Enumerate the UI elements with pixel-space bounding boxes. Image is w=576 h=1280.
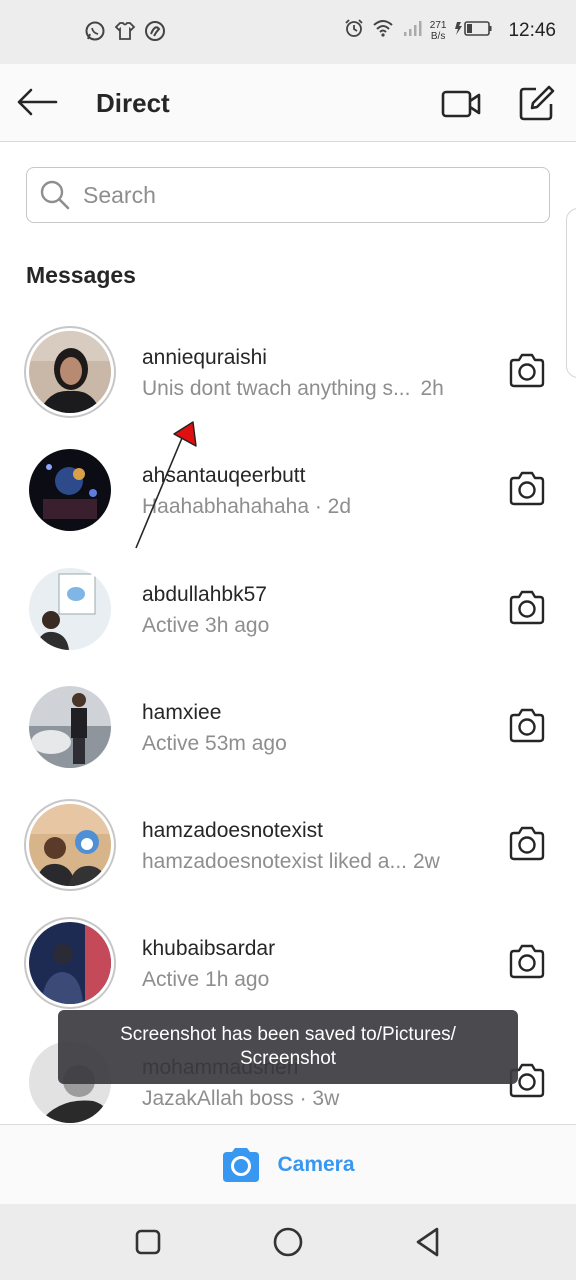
message-preview-separator: · — [293, 1086, 313, 1110]
network-speed-unit: B/s — [430, 30, 446, 42]
message-time: 2h — [420, 377, 444, 400]
camera-bar[interactable]: Camera — [0, 1124, 576, 1204]
message-username: anniequraishi — [142, 346, 267, 369]
avatar-anniequraishi[interactable] — [29, 331, 111, 413]
message-preview: Unis dont twach anything s... 2h — [142, 377, 444, 401]
camera-icon — [509, 472, 545, 506]
message-time: 2d — [327, 495, 352, 519]
camera-label: Camera — [277, 1152, 355, 1176]
message-username: abdullahbk57 — [142, 582, 267, 606]
message-username: khubaibsardar — [142, 937, 276, 961]
home-button[interactable] — [268, 1222, 308, 1262]
back-nav-button[interactable] — [408, 1222, 448, 1262]
avatar-ring — [24, 799, 116, 892]
message-preview: Active 53m ago — [142, 732, 287, 756]
wifi-icon — [372, 18, 394, 43]
message-preview-text: Active 1h ago — [142, 968, 270, 992]
message-time: 3w — [312, 1086, 340, 1110]
avatar-abdullahbk57[interactable] — [29, 567, 111, 650]
message-username: ahsantauqeerbutt — [142, 464, 306, 488]
search-input[interactable] — [83, 181, 523, 209]
avatar-ring — [24, 326, 116, 418]
avatar-ahsantauqeerbutt[interactable] — [29, 449, 111, 532]
new-message-button[interactable] — [514, 82, 560, 124]
status-bar-left-icons — [84, 20, 166, 42]
camera-reply-button[interactable] — [506, 470, 548, 508]
camera-icon — [509, 353, 545, 388]
message-preview: Active 3h ago — [142, 614, 269, 638]
message-preview: Haahabhahahaha · 2d — [142, 495, 351, 519]
message-row-ahsantauqeerbutt[interactable]: ahsantauqeerbutt Haahabhahahaha · 2d — [0, 430, 576, 548]
avatar-khubaibsardar[interactable] — [29, 922, 111, 1005]
avatar-frame — [24, 563, 116, 655]
message-row-hamzadoesnotexist[interactable]: hamzadoesnotexist hamzadoesnotexist like… — [0, 785, 576, 903]
signal-icon — [402, 18, 422, 43]
search-bar[interactable] — [26, 167, 550, 223]
message-preview: hamzadoesnotexist liked a... 2w — [142, 850, 440, 874]
message-row-khubaibsardar[interactable]: khubaibsardar Active 1h ago — [0, 903, 576, 1021]
camera-icon — [509, 590, 545, 624]
back-arrow-icon — [17, 88, 58, 116]
triangle-back-icon — [416, 1227, 439, 1257]
message-preview-separator: · — [309, 495, 328, 519]
camera-reply-button[interactable] — [506, 589, 548, 627]
avatar-frame — [24, 444, 116, 536]
alarm-icon — [344, 18, 364, 43]
avatar-hamxiee[interactable] — [29, 685, 111, 768]
search-icon — [40, 180, 70, 210]
message-preview-text: Unis dont twach anything s... — [142, 377, 411, 400]
avatar-frame — [24, 681, 116, 773]
video-camera-icon — [441, 90, 481, 118]
square-icon — [135, 1229, 161, 1255]
status-bar: 271 B/s 12:46 — [0, 0, 576, 64]
messages-section-title: Messages — [26, 262, 136, 288]
shirt-icon — [114, 20, 136, 42]
battery-icon — [454, 18, 494, 43]
message-preview: JazakAllah boss · 3w — [142, 1087, 339, 1111]
camera-icon — [223, 1147, 260, 1182]
system-navigation-bar — [0, 1204, 576, 1280]
whatsapp-icon — [84, 20, 106, 42]
message-preview-text: JazakAllah boss — [142, 1086, 294, 1110]
recents-button[interactable] — [128, 1222, 168, 1262]
toast-line-2: Screenshot — [239, 1048, 337, 1069]
message-row-abdullahbk57[interactable]: abdullahbk57 Active 3h ago — [0, 549, 576, 667]
compose-icon — [519, 85, 555, 121]
message-preview-text: hamzadoesnotexist liked a... — [142, 850, 407, 874]
avatar-hamzadoesnotexist[interactable] — [29, 804, 111, 887]
message-preview: Active 1h ago — [142, 968, 269, 992]
clock-time: 12:46 — [508, 19, 556, 41]
message-preview-text: Active 53m ago — [142, 731, 287, 755]
circle-icon — [273, 1227, 303, 1257]
camera-icon — [509, 708, 545, 743]
back-button[interactable] — [14, 82, 60, 122]
camera-icon — [509, 826, 545, 861]
message-username: hamxiee — [142, 700, 222, 724]
camera-reply-button[interactable] — [506, 707, 548, 745]
camera-reply-button[interactable] — [506, 943, 548, 981]
message-time: 2w — [412, 850, 440, 874]
message-username: hamzadoesnotexist — [142, 819, 323, 843]
app-icon — [144, 20, 166, 42]
camera-icon — [509, 945, 545, 979]
message-preview-text: Active 3h ago — [142, 613, 270, 637]
message-row-hamxiee[interactable]: hamxiee Active 53m ago — [0, 667, 576, 785]
network-speed: 271 B/s — [430, 20, 447, 42]
app-header: Direct — [0, 64, 576, 142]
toast-line-1: Screenshot has been saved to/Pictures/ — [120, 1024, 456, 1045]
message-row-anniequraishi[interactable]: anniequraishi Unis dont twach anything s… — [0, 312, 576, 430]
page-title: Direct — [96, 88, 170, 118]
video-call-button[interactable] — [438, 84, 484, 124]
status-bar-right: 271 B/s 12:46 — [344, 18, 556, 43]
avatar-ring — [24, 917, 116, 1010]
camera-reply-button[interactable] — [506, 825, 548, 863]
network-speed-value: 271 — [429, 19, 447, 31]
message-preview-text: Haahabhahahaha — [142, 495, 309, 519]
screenshot-toast: Screenshot has been saved to/Pictures/ S… — [58, 1010, 518, 1084]
camera-reply-button[interactable] — [506, 352, 548, 390]
